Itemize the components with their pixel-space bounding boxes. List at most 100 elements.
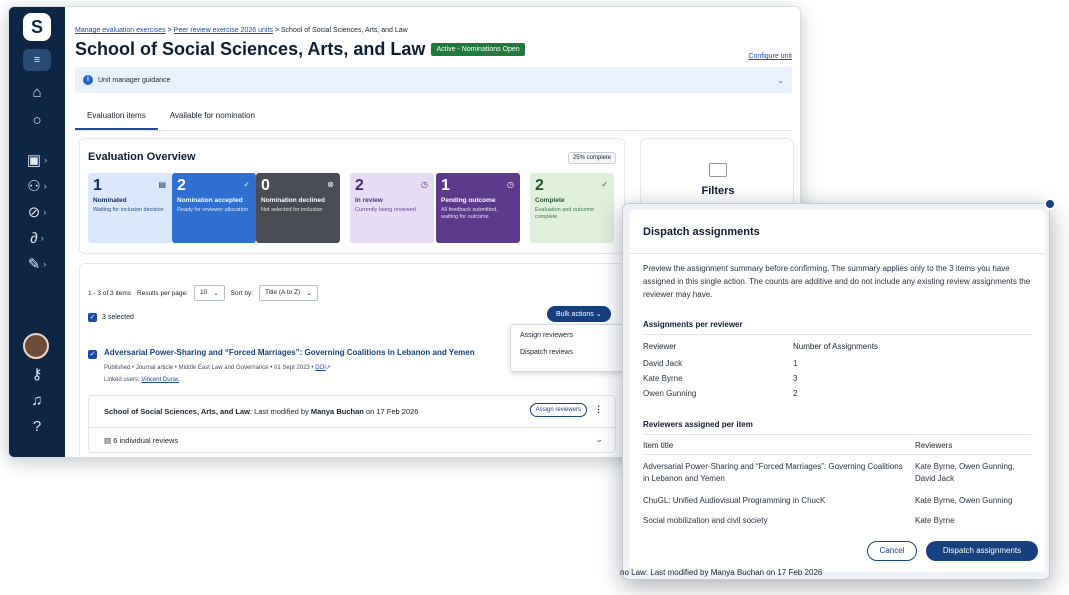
assignment-count: 3 <box>793 374 798 383</box>
sort-label: Sort by: <box>230 289 254 297</box>
info-icon: i <box>83 75 93 85</box>
cancel-button[interactable]: Cancel <box>867 541 917 561</box>
per-page-select[interactable]: 10 ⌄ <box>193 285 225 301</box>
tab-evaluation-items[interactable]: Evaluation items <box>75 103 158 130</box>
assignment-count: 2 <box>793 389 798 398</box>
item-title: ChuGL: Unified Audiovisual Programming i… <box>643 496 826 505</box>
chevron-down-icon[interactable]: ⌄ <box>777 76 784 85</box>
item-reviewers: Kate Byrne, Owen Gunning <box>915 496 1013 505</box>
select-all-checkbox[interactable]: ✓ <box>88 313 97 322</box>
app-logo[interactable]: S <box>23 13 51 41</box>
item-reviewers: Kate Byrne, Owen Gunning, David Jack <box>915 462 1015 483</box>
item-reviewers: Kate Byrne <box>915 516 955 525</box>
dispatch-modal: Dispatch assignments Preview the assignm… <box>629 210 1045 572</box>
user-avatar[interactable] <box>23 333 49 359</box>
reviews-row[interactable]: ▤ 6 individual reviews <box>104 436 178 445</box>
guidance-banner[interactable]: i Unit manager guidance ⌄ <box>75 67 792 93</box>
status-icon: ▤ <box>158 180 166 189</box>
col-count: Number of Assignments <box>793 342 878 351</box>
screen: S ≡ ⌂ ○ ▣ › ⚇ › ⊘ › ∂ › ✎ › ⚷ ♫ ? Manage eval… <box>0 0 1069 595</box>
breadcrumb-link-exercises[interactable]: Manage evaluation exercises <box>75 27 166 34</box>
bell-icon[interactable]: ♫ <box>9 387 65 413</box>
stat-tile[interactable]: 2 Complete Evaluation and outcome complete… <box>530 173 614 243</box>
reviewer-name: Owen Gunning <box>643 389 697 398</box>
modal-description: Preview the assignment summary before co… <box>643 264 1031 299</box>
more-options-icon[interactable]: ⋮ <box>594 404 603 415</box>
linked-users: Linked users: Vincent Durac <box>104 377 179 383</box>
stat-tile[interactable]: 2 Nomination accepted Ready for reviewer a… <box>172 173 256 243</box>
modal-title: Dispatch assignments <box>629 210 1045 254</box>
chevron-down-icon[interactable]: ⌄ <box>595 434 603 445</box>
stat-tile[interactable]: 1 Nominated Waiting for inclusion decision… <box>88 173 172 243</box>
stat-tile[interactable]: 0 Nomination declined Not selected for inc… <box>256 173 340 243</box>
image-icon[interactable]: ▣ › <box>9 147 65 173</box>
item-checkbox[interactable]: ✓ <box>88 350 97 359</box>
breadcrumb-current: School of Social Sciences, Arts, and Law <box>280 27 408 34</box>
complete-badge: 25% complete <box>567 152 616 164</box>
nav-dashboard-icon[interactable]: ≡ <box>9 47 65 73</box>
chevron-down-icon: ⌄ <box>306 290 312 297</box>
breadcrumb-link-peer-review[interactable]: Peer review exercise 2026 units <box>174 27 273 34</box>
selected-count: 3 selected <box>102 314 134 321</box>
page-title: School of Social Sciences, Arts, and Law <box>75 39 426 59</box>
sort-select[interactable]: Title (A to Z) ⌄ <box>259 285 318 301</box>
unit-review-card: School of Social Sciences, Arts, and Law… <box>88 395 616 453</box>
dispatch-window: Dispatch assignments Preview the assignm… <box>622 203 1050 580</box>
selection-summary: ✓ 3 selected <box>88 313 134 322</box>
status-icon: ◷ <box>421 180 428 189</box>
reviewer-name: Kate Byrne <box>643 374 683 383</box>
people-icon[interactable]: ⚇ › <box>9 173 65 199</box>
breadcrumb: Manage evaluation exercises > Peer revie… <box>75 27 408 34</box>
search-icon[interactable]: ○ <box>9 107 65 133</box>
filter-illustration-icon <box>709 163 727 177</box>
home-icon[interactable]: ⌂ <box>9 79 65 105</box>
reviewer-name: David Jack <box>643 359 683 368</box>
chevron-down-icon: ⌄ <box>213 290 219 297</box>
col-reviewers: Reviewers <box>915 441 953 450</box>
status-badge: Active - Nominations Open <box>431 43 525 56</box>
stat-tile[interactable]: 1 Pending outcome All feedback submitted, … <box>436 173 520 243</box>
assign-reviewers-button[interactable]: Assign reviewers <box>529 403 587 417</box>
status-icon: ◷ <box>507 180 514 189</box>
underlying-row-text: no Law: Last modified by Manya Buchan on… <box>620 568 823 577</box>
guidance-label: Unit manager guidance <box>98 76 171 84</box>
results-toolbar: 1 - 3 of 3 items Results per page: 10 ⌄ S… <box>88 285 318 301</box>
status-icon: ⊗ <box>327 180 334 189</box>
window-badge-icon <box>1044 198 1056 210</box>
overview-title: Evaluation Overview <box>88 151 196 163</box>
unit-modified-row: School of Social Sciences, Arts, and Law… <box>104 407 419 416</box>
per-page-label: Results per page: <box>137 289 188 297</box>
per-item-heading: Reviewers assigned per item <box>643 420 1033 435</box>
evaluation-overview-card: Evaluation Overview 25% complete 1 Nomina… <box>79 138 625 254</box>
bulk-actions-menu: Assign reviewers Dispatch reviews <box>510 324 626 372</box>
branch-icon[interactable]: ∂ › <box>9 225 65 251</box>
item-meta: Published • Journal article • Middle Eas… <box>104 365 331 371</box>
configure-unit-link[interactable]: Configure unit <box>748 53 792 60</box>
stat-tile[interactable]: 2 In review Currently being reviewed ◷ <box>350 173 434 243</box>
item-title: Social mobilization and civil society <box>643 516 768 525</box>
tab-available-for-nomination[interactable]: Available for nomination <box>158 103 267 130</box>
doi-link[interactable]: DOI <box>315 365 326 371</box>
item-title: Adversarial Power-Sharing and “Forced Ma… <box>643 462 903 483</box>
check-circle-icon[interactable]: ⊘ › <box>9 199 65 225</box>
menu-item-assign-reviewers[interactable]: Assign reviewers <box>511 325 625 342</box>
col-item-title: Item title <box>643 441 674 450</box>
key-icon[interactable]: ⚷ <box>9 361 65 387</box>
linked-user-link[interactable]: Vincent Durac <box>141 377 179 383</box>
bulk-actions-button[interactable]: Bulk actions ⌄ <box>547 306 611 322</box>
status-icon: ✓ <box>601 180 608 189</box>
item-title-link[interactable]: Adversarial Power-Sharing and “Forced Ma… <box>104 348 475 357</box>
help-icon[interactable]: ? <box>9 413 65 439</box>
dispatch-assignments-button[interactable]: Dispatch assignments <box>926 541 1038 561</box>
menu-item-dispatch-reviews[interactable]: Dispatch reviews <box>511 342 625 359</box>
wrench-icon[interactable]: ✎ › <box>9 251 65 277</box>
status-icon: ✓ <box>243 180 250 189</box>
tab-bar: Evaluation items Available for nominatio… <box>75 103 792 131</box>
col-reviewer: Reviewer <box>643 342 677 351</box>
nav-rail: S ≡ ⌂ ○ ▣ › ⚇ › ⊘ › ∂ › ✎ › ⚷ ♫ ? <box>9 7 65 457</box>
filters-title: Filters <box>701 185 735 197</box>
document-icon: ▤ <box>104 436 112 445</box>
assignment-count: 1 <box>793 359 798 368</box>
results-card: 1 - 3 of 3 items Results per page: 10 ⌄ S… <box>79 263 626 457</box>
external-link-icon: ↗ <box>325 365 331 371</box>
